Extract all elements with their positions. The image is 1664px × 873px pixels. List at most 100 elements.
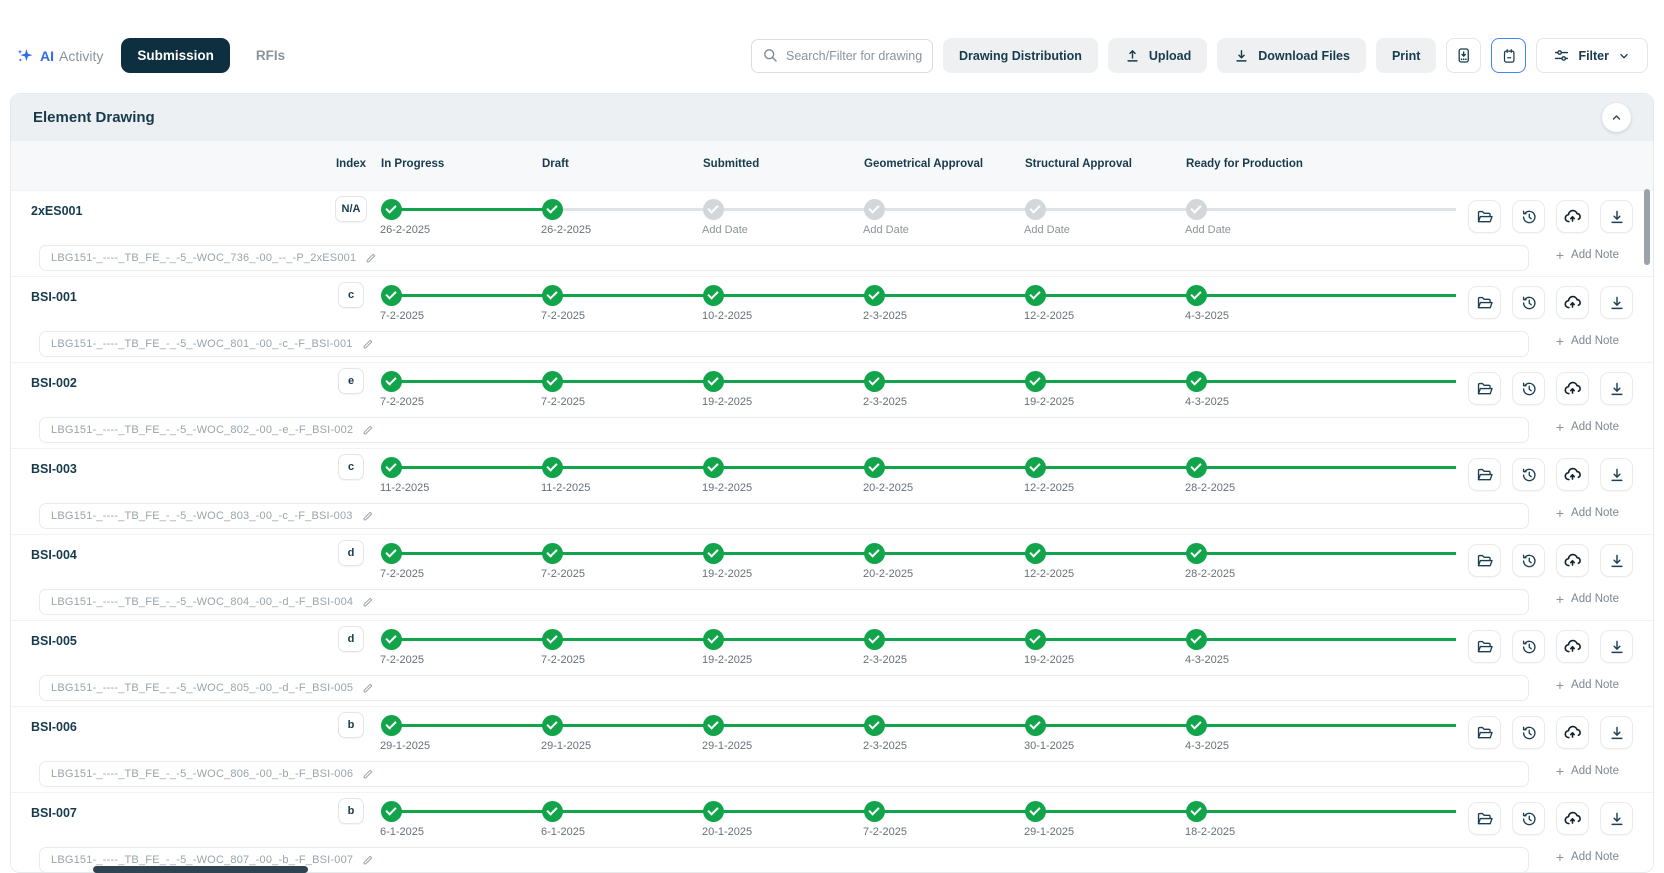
add-note-button[interactable]: + Add Note xyxy=(1556,678,1619,692)
open-folder-button[interactable] xyxy=(1468,716,1501,749)
milestone-check-icon[interactable] xyxy=(380,284,402,306)
milestone-check-icon[interactable] xyxy=(380,370,402,392)
download-row-button[interactable] xyxy=(1600,286,1633,319)
index-badge[interactable]: c xyxy=(338,454,364,480)
add-date-link[interactable]: Add Date xyxy=(702,224,748,236)
milestone-check-icon[interactable] xyxy=(1185,370,1207,392)
schedule-view-button[interactable] xyxy=(1491,38,1527,73)
milestone-check-icon[interactable] xyxy=(380,714,402,736)
milestone-check-icon[interactable] xyxy=(541,542,563,564)
history-button[interactable] xyxy=(1512,802,1545,835)
tab-submission[interactable]: Submission xyxy=(121,38,230,73)
history-button[interactable] xyxy=(1512,630,1545,663)
milestone-check-icon[interactable] xyxy=(702,628,724,650)
download-row-button[interactable] xyxy=(1600,802,1633,835)
add-note-button[interactable]: + Add Note xyxy=(1556,764,1619,778)
milestone-check-icon[interactable] xyxy=(1024,800,1046,822)
milestone-check-icon[interactable] xyxy=(702,370,724,392)
open-folder-button[interactable] xyxy=(1468,802,1501,835)
milestone-check-icon[interactable] xyxy=(863,714,885,736)
cloud-upload-button[interactable] xyxy=(1556,802,1589,835)
download-row-button[interactable] xyxy=(1600,372,1633,405)
open-folder-button[interactable] xyxy=(1468,286,1501,319)
milestone-check-icon[interactable] xyxy=(702,714,724,736)
open-folder-button[interactable] xyxy=(1468,630,1501,663)
index-badge[interactable]: c xyxy=(338,282,364,308)
milestone-check-icon[interactable] xyxy=(863,628,885,650)
search-input[interactable] xyxy=(785,48,922,63)
cloud-upload-button[interactable] xyxy=(1556,372,1589,405)
cloud-upload-button[interactable] xyxy=(1556,716,1589,749)
open-folder-button[interactable] xyxy=(1468,458,1501,491)
tab-rfis[interactable]: RFIs xyxy=(240,38,301,73)
index-badge[interactable]: b xyxy=(338,798,364,824)
milestone-check-icon[interactable] xyxy=(541,628,563,650)
history-button[interactable] xyxy=(1512,544,1545,577)
open-folder-button[interactable] xyxy=(1468,372,1501,405)
horizontal-scrollbar-thumb[interactable] xyxy=(93,866,308,873)
milestone-check-icon[interactable] xyxy=(380,800,402,822)
milestone-pending-icon[interactable] xyxy=(702,198,724,220)
filter-button[interactable]: Filter xyxy=(1536,38,1648,73)
upload-button[interactable]: Upload xyxy=(1107,38,1208,73)
index-badge[interactable]: e xyxy=(338,368,364,394)
milestone-check-icon[interactable] xyxy=(541,800,563,822)
add-note-button[interactable]: + Add Note xyxy=(1556,850,1619,864)
milestone-check-icon[interactable] xyxy=(863,800,885,822)
milestone-check-icon[interactable] xyxy=(541,370,563,392)
milestone-check-icon[interactable] xyxy=(380,628,402,650)
history-button[interactable] xyxy=(1512,372,1545,405)
edit-icon[interactable] xyxy=(365,252,377,264)
add-date-link[interactable]: Add Date xyxy=(1185,224,1231,236)
cloud-upload-button[interactable] xyxy=(1556,544,1589,577)
milestone-check-icon[interactable] xyxy=(702,284,724,306)
history-button[interactable] xyxy=(1512,200,1545,233)
download-row-button[interactable] xyxy=(1600,458,1633,491)
edit-icon[interactable] xyxy=(362,768,374,780)
milestone-check-icon[interactable] xyxy=(541,714,563,736)
open-folder-button[interactable] xyxy=(1468,200,1501,233)
download-row-button[interactable] xyxy=(1600,630,1633,663)
milestone-pending-icon[interactable] xyxy=(1185,198,1207,220)
milestone-check-icon[interactable] xyxy=(1185,284,1207,306)
index-badge[interactable]: b xyxy=(338,712,364,738)
milestone-check-icon[interactable] xyxy=(1024,370,1046,392)
edit-icon[interactable] xyxy=(362,854,374,866)
milestone-check-icon[interactable] xyxy=(863,456,885,478)
milestone-check-icon[interactable] xyxy=(541,456,563,478)
index-badge[interactable]: N/A xyxy=(334,196,368,222)
milestone-check-icon[interactable] xyxy=(541,284,563,306)
milestone-check-icon[interactable] xyxy=(702,800,724,822)
open-folder-button[interactable] xyxy=(1468,544,1501,577)
milestone-check-icon[interactable] xyxy=(1024,284,1046,306)
milestone-check-icon[interactable] xyxy=(863,370,885,392)
download-row-button[interactable] xyxy=(1600,200,1633,233)
download-files-button[interactable]: Download Files xyxy=(1217,38,1366,73)
milestone-check-icon[interactable] xyxy=(1185,800,1207,822)
milestone-check-icon[interactable] xyxy=(1185,456,1207,478)
edit-icon[interactable] xyxy=(362,596,374,608)
add-note-button[interactable]: + Add Note xyxy=(1556,248,1619,262)
index-badge[interactable]: d xyxy=(338,540,364,566)
collapse-panel-button[interactable] xyxy=(1602,103,1631,132)
milestone-check-icon[interactable] xyxy=(702,456,724,478)
add-note-button[interactable]: + Add Note xyxy=(1556,592,1619,606)
milestone-check-icon[interactable] xyxy=(1024,542,1046,564)
add-note-button[interactable]: + Add Note xyxy=(1556,420,1619,434)
milestone-check-icon[interactable] xyxy=(380,542,402,564)
milestone-pending-icon[interactable] xyxy=(1024,198,1046,220)
milestone-check-icon[interactable] xyxy=(863,284,885,306)
drawing-distribution-button[interactable]: Drawing Distribution xyxy=(942,38,1098,73)
milestone-check-icon[interactable] xyxy=(702,542,724,564)
history-button[interactable] xyxy=(1512,458,1545,491)
download-row-button[interactable] xyxy=(1600,544,1633,577)
milestone-check-icon[interactable] xyxy=(1024,628,1046,650)
document-download-button[interactable] xyxy=(1446,38,1482,73)
milestone-check-icon[interactable] xyxy=(1185,628,1207,650)
add-note-button[interactable]: + Add Note xyxy=(1556,334,1619,348)
add-date-link[interactable]: Add Date xyxy=(863,224,909,236)
edit-icon[interactable] xyxy=(362,338,374,350)
print-button[interactable]: Print xyxy=(1375,38,1437,73)
add-date-link[interactable]: Add Date xyxy=(1024,224,1070,236)
history-button[interactable] xyxy=(1512,286,1545,319)
